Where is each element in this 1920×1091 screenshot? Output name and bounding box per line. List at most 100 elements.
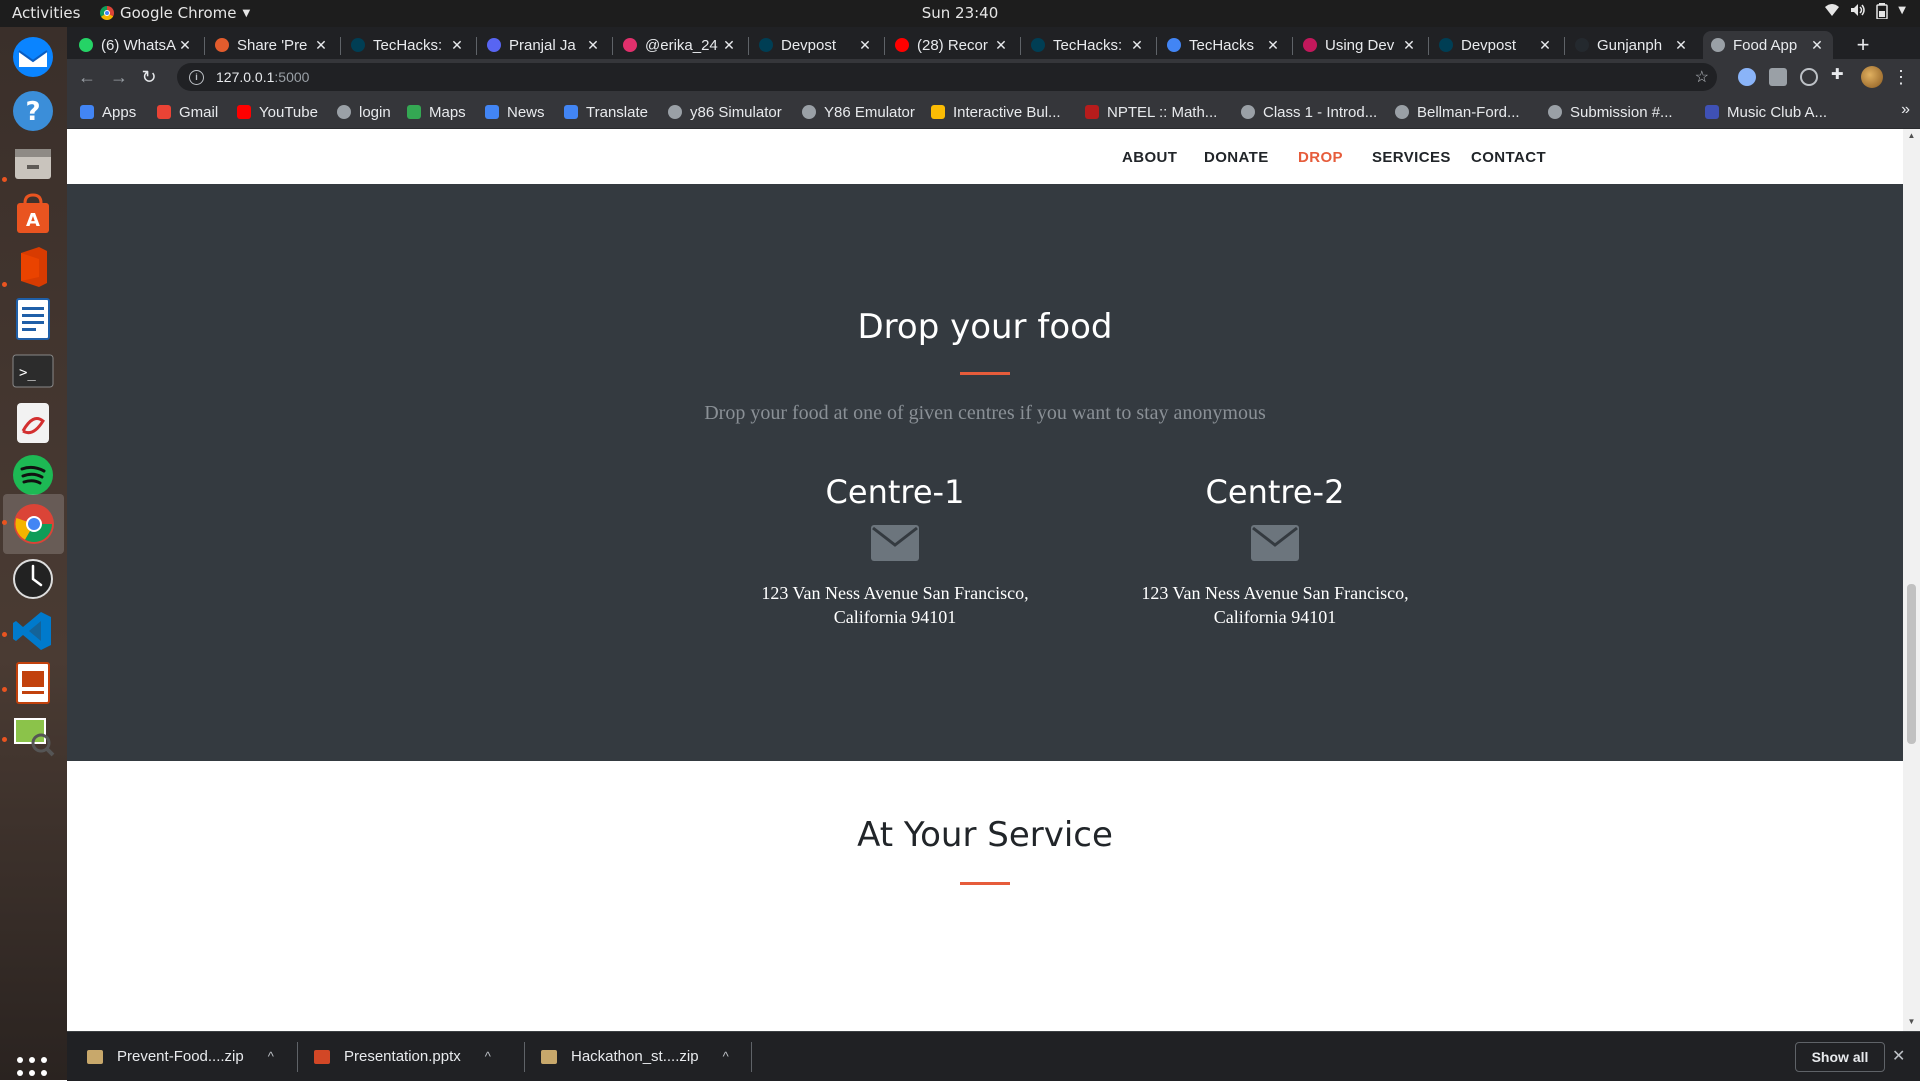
dock-thunderbird-icon[interactable]: [9, 33, 57, 81]
scroll-up-arrow-icon[interactable]: ▲: [1907, 131, 1916, 140]
close-tab-icon[interactable]: ✕: [993, 37, 1009, 54]
dock-software-icon[interactable]: A: [9, 191, 57, 239]
close-tab-icon[interactable]: ✕: [1809, 37, 1825, 54]
clock[interactable]: Sun 23:40: [922, 4, 999, 22]
browser-tab[interactable]: Share 'Pre ✕: [207, 31, 337, 59]
reload-icon[interactable]: ↻: [137, 65, 161, 89]
dock-spotify-icon[interactable]: [9, 451, 57, 499]
browser-tab[interactable]: Using Dev ✕: [1295, 31, 1425, 59]
page-scrollbar[interactable]: ▲ ▼: [1903, 129, 1920, 1031]
bookmark-item[interactable]: YouTube: [237, 102, 318, 122]
download-item[interactable]: Presentation.pptx ^: [314, 1032, 491, 1081]
bookmark-item[interactable]: y86 Simulator: [668, 102, 782, 122]
bookmark-item[interactable]: Interactive Bul...: [931, 102, 1061, 122]
nav-drop[interactable]: DROP: [1298, 149, 1343, 166]
more-bookmarks-icon[interactable]: »: [1901, 101, 1910, 119]
forward-arrow-icon[interactable]: →: [107, 65, 131, 89]
close-tab-icon[interactable]: ✕: [1129, 37, 1145, 54]
bookmark-item[interactable]: NPTEL :: Math...: [1085, 102, 1217, 122]
download-item[interactable]: Hackathon_st....zip ^: [541, 1032, 729, 1081]
close-tab-icon[interactable]: ✕: [177, 37, 193, 54]
close-tab-icon[interactable]: ✕: [721, 37, 737, 54]
nav-about[interactable]: ABOUT: [1122, 149, 1177, 166]
dock-clock-icon[interactable]: [9, 555, 57, 603]
address-line: 123 Van Ness Avenue San Francisco,: [1141, 583, 1409, 603]
dock-files-icon[interactable]: [9, 139, 57, 187]
close-tab-icon[interactable]: ✕: [449, 37, 465, 54]
extension-icon[interactable]: [1800, 68, 1818, 86]
close-tab-icon[interactable]: ✕: [857, 37, 873, 54]
bookmark-item[interactable]: login: [337, 102, 391, 122]
close-tab-icon[interactable]: ✕: [1265, 37, 1281, 54]
browser-tab[interactable]: (28) Recor ✕: [887, 31, 1017, 59]
bookmark-item[interactable]: Maps: [407, 102, 466, 122]
activities-button[interactable]: Activities: [12, 4, 80, 22]
tab-separator: [1428, 37, 1429, 55]
address-bar[interactable]: i 127.0.0.1:5000 ☆: [177, 63, 1717, 91]
profile-avatar[interactable]: [1861, 66, 1883, 88]
scroll-down-arrow-icon[interactable]: ▼: [1907, 1017, 1916, 1026]
browser-tab[interactable]: TecHacks: ✕: [1023, 31, 1153, 59]
close-tab-icon[interactable]: ✕: [585, 37, 601, 54]
tab-title: TecHacks:: [373, 36, 443, 54]
dock-impress-icon[interactable]: [9, 659, 57, 707]
browser-tab[interactable]: @erika_24 ✕: [615, 31, 745, 59]
show-all-button[interactable]: Show all: [1795, 1042, 1885, 1072]
chrome-menu-icon[interactable]: ⋮: [1889, 65, 1913, 89]
instagram-icon: [623, 38, 637, 52]
new-tab-button[interactable]: +: [1849, 31, 1877, 59]
close-tab-icon[interactable]: ✕: [1537, 37, 1553, 54]
chevron-up-icon[interactable]: ^: [268, 1049, 274, 1064]
dock-help-icon[interactable]: ?: [9, 87, 57, 135]
bookmark-star-icon[interactable]: ☆: [1695, 67, 1709, 87]
dock-writer-icon[interactable]: [9, 295, 57, 343]
browser-tab[interactable]: Gunjanph ✕: [1567, 31, 1697, 59]
browser-tab[interactable]: (6) WhatsA ✕: [71, 31, 201, 59]
bookmark-item[interactable]: Bellman-Ford...: [1395, 102, 1520, 122]
chevron-up-icon[interactable]: ^: [723, 1049, 729, 1064]
extension-icon[interactable]: [1738, 68, 1756, 86]
extension-icon[interactable]: [1769, 68, 1787, 86]
dock-vscode-icon[interactable]: [9, 607, 57, 655]
tab-separator: [204, 37, 205, 55]
close-icon[interactable]: ✕: [1892, 1046, 1905, 1066]
bookmark-item[interactable]: News: [485, 102, 545, 122]
system-tray[interactable]: ▼: [1824, 3, 1906, 23]
close-tab-icon[interactable]: ✕: [313, 37, 329, 54]
back-arrow-icon[interactable]: ←: [75, 65, 99, 89]
download-shelf: Prevent-Food....zip ^ Presentation.pptx ^ Ha…: [67, 1031, 1920, 1081]
bookmark-item[interactable]: Gmail: [157, 102, 218, 122]
bookmark-item[interactable]: Submission #...: [1548, 102, 1673, 122]
close-tab-icon[interactable]: ✕: [1401, 37, 1417, 54]
dock-office-icon[interactable]: [9, 243, 57, 291]
browser-tab[interactable]: TecHacks ✕: [1159, 31, 1289, 59]
bookmark-item[interactable]: Apps: [80, 102, 136, 122]
nav-services[interactable]: SERVICES: [1372, 149, 1451, 166]
dock-chrome-icon[interactable]: [3, 494, 64, 554]
app-menu[interactable]: Google Chrome ▼: [100, 4, 250, 22]
browser-tab[interactable]: TecHacks: ✕: [343, 31, 473, 59]
download-item[interactable]: Prevent-Food....zip ^: [87, 1032, 274, 1081]
site-info-icon[interactable]: i: [189, 69, 204, 85]
close-tab-icon[interactable]: ✕: [1673, 37, 1689, 54]
dock-image-viewer-icon[interactable]: [9, 711, 57, 759]
chevron-up-icon[interactable]: ^: [485, 1049, 491, 1064]
browser-tab[interactable]: Devpost ✕: [751, 31, 881, 59]
dock: ? A >_: [0, 27, 67, 1090]
nav-donate[interactable]: DONATE: [1204, 149, 1269, 166]
bookmark-item[interactable]: Y86 Emulator: [802, 102, 915, 122]
browser-tab[interactable]: Food App ✕: [1703, 31, 1833, 59]
globe-icon: [1711, 38, 1725, 52]
browser-tab[interactable]: Devpost ✕: [1431, 31, 1561, 59]
dock-pdf-viewer-icon[interactable]: [9, 399, 57, 447]
nav-contact[interactable]: CONTACT: [1471, 149, 1546, 166]
scrollbar-thumb[interactable]: [1907, 584, 1916, 744]
bookmark-item[interactable]: Translate: [564, 102, 648, 122]
show-applications-icon[interactable]: [17, 1057, 51, 1091]
dock-terminal-icon[interactable]: >_: [9, 347, 57, 395]
bookmark-item[interactable]: Music Club A...: [1705, 102, 1827, 122]
browser-tab[interactable]: Pranjal Ja ✕: [479, 31, 609, 59]
bookmark-item[interactable]: Class 1 - Introd...: [1241, 102, 1377, 122]
tab-title: Devpost: [1461, 36, 1517, 54]
extensions-puzzle-icon[interactable]: ✚: [1831, 65, 1849, 83]
